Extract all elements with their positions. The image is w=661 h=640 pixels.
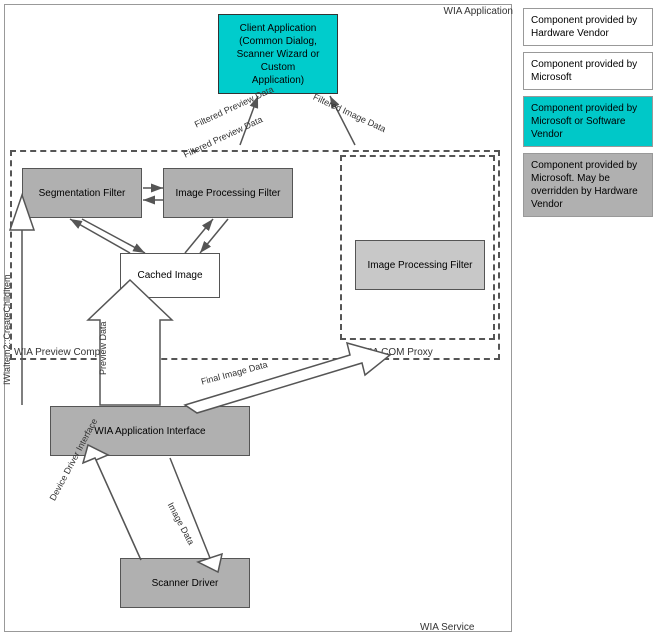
legend-microsoft-sw: Component provided by Microsoft or Softw… (523, 96, 653, 147)
scanner-driver-label: Scanner Driver (152, 578, 219, 589)
legend: Component provided by Hardware Vendor Co… (523, 8, 653, 217)
cached-image-label: Cached Image (137, 270, 202, 281)
image-processing-filter-right-label: Image Processing Filter (367, 260, 472, 271)
legend-microsoft: Component provided by Microsoft (523, 52, 653, 90)
cached-image-box: Cached Image (120, 253, 220, 298)
image-processing-filter-left-label: Image Processing Filter (175, 188, 280, 199)
wia-com-proxy-label: WIA COM Proxy (360, 347, 433, 358)
wia-preview-component-label: WIA Preview Component (14, 347, 125, 358)
image-processing-filter-left-box: Image Processing Filter (163, 168, 293, 218)
wia-service-label: WIA Service (420, 622, 474, 633)
wia-app-interface-label: WIA Application Interface (94, 426, 205, 437)
legend-override: Component provided by Microsoft. May be … (523, 153, 653, 217)
wia-application-label: WIA Application (444, 6, 513, 17)
create-child-item-label: IWiaItem2::CreateChildItem (2, 274, 12, 385)
client-app-box: Client Application(Common Dialog,Scanner… (218, 14, 338, 94)
image-processing-filter-right-box: Image Processing Filter (355, 240, 485, 290)
legend-hardware-vendor: Component provided by Hardware Vendor (523, 8, 653, 46)
segmentation-filter-box: Segmentation Filter (22, 168, 142, 218)
segmentation-filter-label: Segmentation Filter (39, 188, 126, 199)
preview-data-label: Preview Data (98, 321, 108, 375)
scanner-driver-box: Scanner Driver (120, 558, 250, 608)
client-app-label: Client Application(Common Dialog,Scanner… (223, 22, 333, 87)
